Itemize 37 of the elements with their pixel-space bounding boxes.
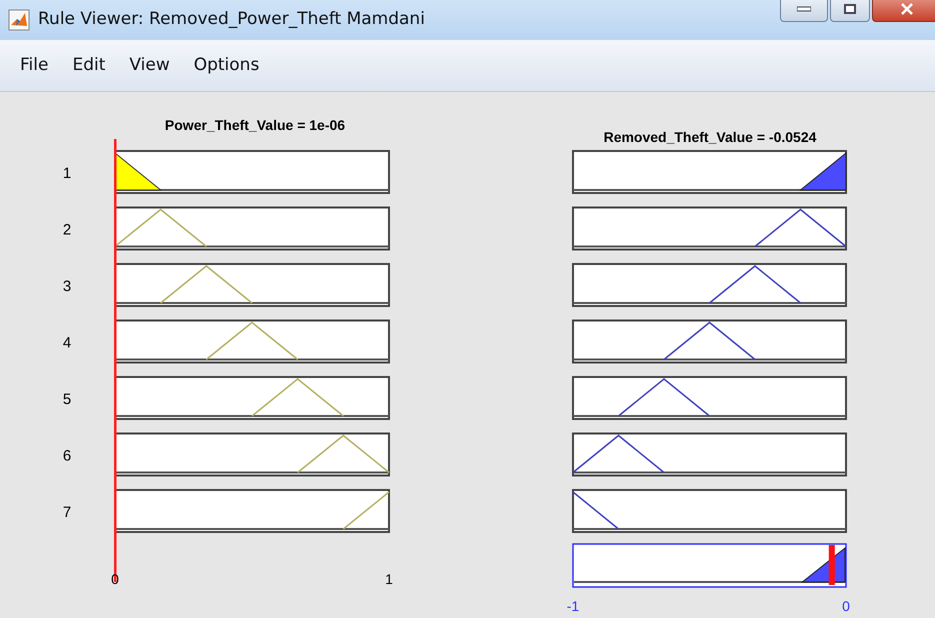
menu-item[interactable]: File (8, 52, 60, 78)
membership-plot[interactable] (572, 320, 847, 364)
rule-number: 2 (62, 222, 72, 238)
membership-plot[interactable] (114, 432, 390, 476)
axis-tick-label: -1 (566, 598, 580, 614)
rule-number: 4 (62, 334, 72, 352)
rule-number: 3 (62, 278, 72, 295)
membership-plot[interactable] (572, 206, 847, 250)
membership-plot[interactable] (572, 263, 847, 307)
minimize-icon (797, 6, 811, 12)
rule-number: 7 (62, 504, 72, 521)
menu-item[interactable]: Edit (60, 52, 118, 78)
rule-number: 1 (62, 165, 72, 182)
close-icon (901, 2, 913, 15)
membership-plot[interactable] (572, 489, 847, 533)
rule-number: 5 (62, 391, 72, 408)
membership-plot[interactable] (114, 376, 390, 420)
axis-tick-label: 0 (842, 598, 850, 614)
menu-item[interactable]: Options (182, 52, 272, 78)
membership-plot[interactable] (114, 206, 390, 250)
close-button[interactable] (872, 0, 935, 22)
axis-tick-label: 1 (385, 571, 393, 587)
window-title: Rule Viewer: Removed_Power_Theft Mamdani (38, 8, 425, 32)
output-variable-title: Removed_Theft_Value = -0.0524 (604, 129, 816, 145)
membership-plot[interactable] (572, 376, 847, 420)
app-icon (8, 9, 30, 31)
membership-plot[interactable] (572, 432, 847, 476)
menu-item[interactable]: View (117, 52, 182, 78)
membership-plot[interactable] (114, 263, 390, 307)
maximize-icon (844, 4, 856, 14)
axis-tick-label: 0 (111, 571, 119, 587)
input-variable-title: Power_Theft_Value = 1e-06 (164, 117, 346, 133)
maximize-button[interactable] (830, 0, 870, 22)
minimize-button[interactable] (780, 0, 828, 22)
membership-plot[interactable] (114, 320, 390, 364)
rule-number: 6 (62, 448, 72, 464)
membership-plot[interactable] (114, 489, 390, 533)
